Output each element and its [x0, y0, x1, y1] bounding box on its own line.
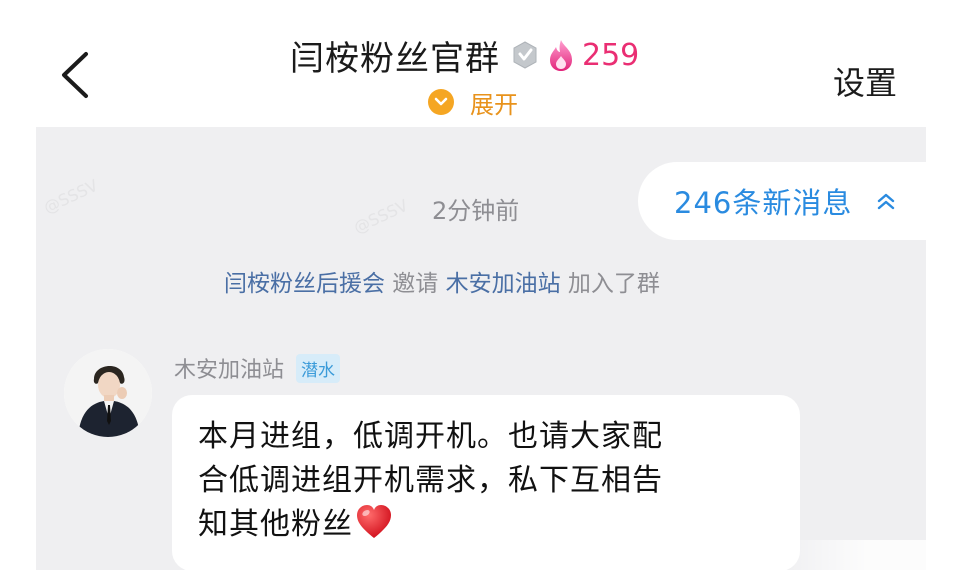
message-line-text: 知其他粉丝 [198, 507, 353, 542]
join-suffix: 加入了群 [560, 271, 660, 297]
sender-name[interactable]: 木安加油站 [174, 352, 284, 384]
chevron-down-circle-icon [428, 89, 454, 115]
sender-avatar[interactable] [64, 349, 152, 437]
fire-count: 259 [582, 37, 640, 73]
new-messages-button[interactable]: 246条新消息 [638, 162, 960, 240]
chat-screen: 闫桉粉丝官群 259 展开 设置 @SSSV @SSSV 2分钟前 246条新消… [0, 0, 960, 570]
system-notice: 闫桉粉丝后援会 邀请 木安加油站 加入了群 [224, 264, 660, 298]
chat-header: 闫桉粉丝官群 259 展开 设置 [0, 0, 960, 125]
invitee-link[interactable]: 木安加油站 [446, 271, 561, 297]
expand-toggle[interactable]: 展开 [428, 86, 518, 119]
verified-badge-icon [513, 41, 537, 69]
member-role-badge: 潜水 [296, 353, 341, 383]
message-line-last: 知其他粉丝 [198, 503, 800, 547]
message-timestamp: 2分钟前 [432, 197, 520, 225]
message-line: 合低调进组开机需求，私下互相告 [198, 463, 663, 498]
settings-button[interactable]: 设置 [833, 58, 897, 104]
message-line: 本月进组，低调开机。也请大家配 [198, 419, 663, 454]
inviter-link[interactable]: 闫桉粉丝后援会 [224, 271, 385, 297]
double-chevron-up-icon [878, 193, 895, 210]
back-button[interactable] [52, 50, 102, 100]
red-heart-icon [357, 505, 391, 538]
chevron-left-icon [62, 52, 88, 98]
sender-row: 木安加油站 潜水 [174, 352, 341, 384]
user-avatar-icon [64, 349, 152, 437]
new-messages-label: 246条新消息 [674, 186, 853, 220]
chat-area[interactable]: @SSSV @SSSV 2分钟前 246条新消息 闫桉粉丝后援会 邀请 木安加油… [36, 127, 960, 570]
flame-icon [550, 40, 572, 71]
expand-label: 展开 [470, 90, 518, 119]
group-title: 闫桉粉丝官群 [290, 38, 500, 79]
group-title-row[interactable]: 闫桉粉丝官群 259 [290, 30, 639, 80]
watermark: @SSSV [40, 175, 101, 218]
invite-verb: 邀请 [385, 271, 446, 297]
message-bubble[interactable]: 本月进组，低调开机。也请大家配 合低调进组开机需求，私下互相告 知其他粉丝 [172, 395, 800, 570]
watermark-fade [776, 540, 926, 570]
watermark: @SSSV [350, 195, 411, 238]
